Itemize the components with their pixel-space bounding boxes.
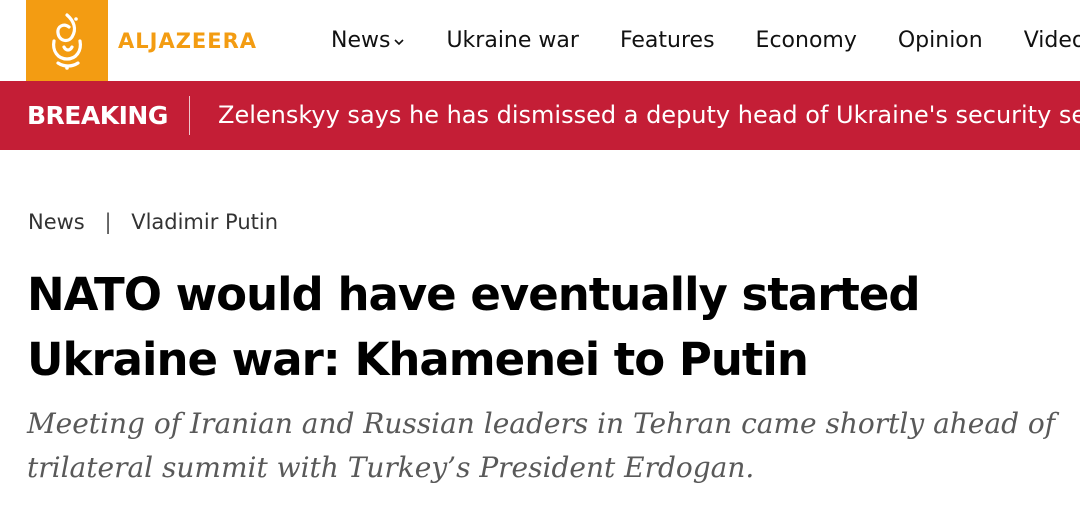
breaking-headline-link[interactable]: Zelenskyy says he has dismissed a deputy… — [218, 81, 1080, 150]
nav-item-video[interactable]: Video — [1024, 28, 1080, 53]
site-header: ALJAZEERA News Ukraine war Features Econ… — [0, 0, 1080, 81]
article-subheading: Meeting of Iranian and Russian leaders i… — [27, 407, 1056, 484]
breadcrumb-item-vladimir-putin[interactable]: Vladimir Putin — [131, 210, 278, 234]
breaking-label: BREAKING — [27, 101, 168, 130]
nav-item-economy[interactable]: Economy — [756, 28, 857, 53]
nav-item-label: News — [331, 28, 391, 53]
nav-item-features[interactable]: Features — [620, 28, 715, 53]
breadcrumb-separator: | — [104, 210, 112, 234]
site-logo[interactable]: ALJAZEERA — [26, 0, 257, 81]
nav-item-opinion[interactable]: Opinion — [898, 28, 983, 53]
aljazeera-logo-icon — [26, 0, 108, 81]
breadcrumb-item-news[interactable]: News — [28, 210, 85, 234]
logo-wordmark: ALJAZEERA — [118, 28, 258, 53]
nav-item-news[interactable]: News — [331, 28, 405, 53]
chevron-down-icon — [393, 28, 405, 53]
breaking-divider — [189, 96, 190, 135]
main-nav: News Ukraine war Features Economy Opinio… — [331, 0, 1080, 81]
breaking-news-bar[interactable]: BREAKING Zelenskyy says he has dismissed… — [0, 81, 1080, 150]
article-headline: NATO would have eventually started Ukrai… — [27, 268, 921, 386]
nav-item-ukraine-war[interactable]: Ukraine war — [446, 28, 578, 53]
breadcrumb: News | Vladimir Putin — [28, 210, 278, 234]
